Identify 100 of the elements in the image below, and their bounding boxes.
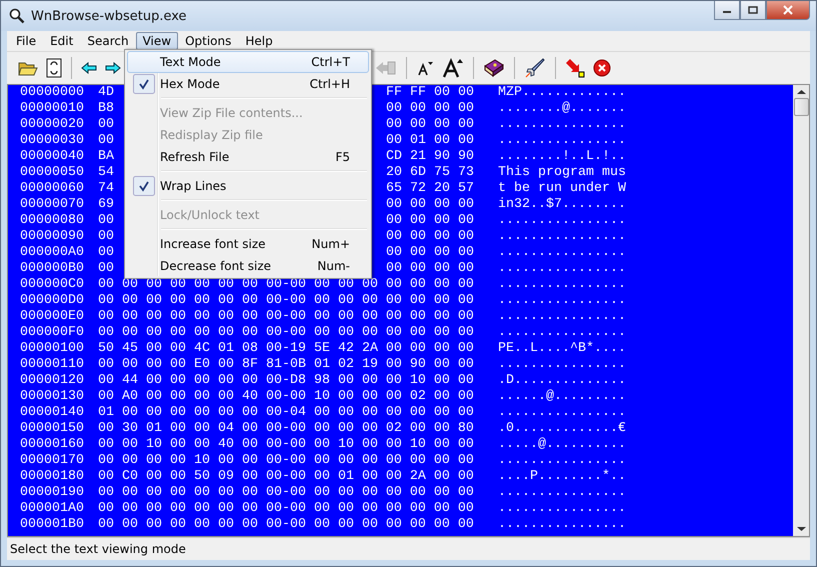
ascii-text: This program mus: [498, 165, 626, 181]
offset-text: 000001B0: [20, 517, 85, 533]
hex-bytes: 00 00 00 00: [386, 261, 474, 277]
hex-bytes: 00 00 00 00 00 00 00 00-00 00 00 00 00 00 00 00: [98, 325, 474, 341]
ascii-text: ........@.......: [498, 101, 626, 117]
hex-bytes: B8: [98, 101, 114, 117]
offset-text: 00000100: [20, 341, 85, 357]
hex-bytes: 00 00 00 00: [386, 197, 474, 213]
hex-bytes: 00 44 00 00 00 00 00 00-D8 98 00 00 00 10 00 00: [98, 373, 474, 389]
scroll-down-icon[interactable]: [796, 526, 806, 532]
status-text: Select the text viewing mode: [10, 542, 186, 556]
ascii-text: ................: [498, 309, 626, 325]
menu-item[interactable]: View: [136, 32, 178, 50]
offset-text: 00000140: [20, 405, 85, 421]
ascii-text: .D..............: [498, 373, 626, 389]
offset-text: 00000170: [20, 453, 85, 469]
ascii-text: .....@..........: [498, 437, 626, 453]
hex-bytes: 4D: [98, 85, 114, 101]
ascii-text: ................: [498, 453, 626, 469]
ascii-text: ................: [498, 485, 626, 501]
ascii-text: ................: [498, 405, 626, 421]
menu-item[interactable]: Search: [80, 32, 136, 50]
offset-text: 000001A0: [20, 501, 85, 517]
ascii-text: in32..$7........: [498, 197, 626, 213]
ascii-text: ................: [498, 229, 626, 245]
menu-entry[interactable]: Text Mode Ctrl+T: [127, 51, 369, 73]
hex-bytes: 50 45 00 00 4C 01 08 00-19 5E 42 2A 00 00 00 00: [98, 341, 474, 357]
ascii-text: ................: [498, 501, 626, 517]
menu-item[interactable]: File: [9, 32, 44, 50]
hex-bytes: 00 00 00 00 00 00 00 00-00 00 00 00 00 00 00 00: [98, 517, 474, 533]
hex-bytes: 65 72 20 57: [386, 181, 474, 197]
hex-bytes: 00 A0 00 00 00 00 40 00-00 10 00 00 00 02 00 00: [98, 389, 474, 405]
ascii-text: ................: [498, 117, 626, 133]
scroll-thumb[interactable]: [794, 98, 808, 116]
offset-text: 00000180: [20, 469, 85, 485]
hex-bytes: 00 00 00 00 00 00 00 00-00 00 00 00 00 00 00 00: [98, 293, 474, 309]
offset-text: 00000110: [20, 357, 85, 373]
ascii-text: t be run under W: [498, 181, 626, 197]
ascii-text: ................: [498, 325, 626, 341]
hex-bytes: 00 01 00 00: [386, 133, 474, 149]
hex-bytes: 00: [98, 229, 114, 245]
offset-text: 00000090: [20, 229, 85, 245]
offset-text: 00000030: [20, 133, 85, 149]
hex-bytes: 00 00 00 00: [386, 245, 474, 261]
menu-entry[interactable]: Refresh File F5: [127, 146, 369, 168]
menu-entry[interactable]: Wrap Lines: [127, 175, 369, 197]
hex-bytes: FF FF 00 00: [386, 85, 474, 101]
maximize-button[interactable]: [740, 1, 766, 20]
minimize-button[interactable]: [714, 1, 740, 20]
hex-bytes: 00: [98, 245, 114, 261]
offset-text: 00000120: [20, 373, 85, 389]
ascii-text: ................: [498, 261, 626, 277]
hex-bytes: 00 00 00 00: [386, 117, 474, 133]
offset-text: 00000080: [20, 213, 85, 229]
offset-text: 00000060: [20, 181, 85, 197]
scroll-up-icon[interactable]: [796, 89, 806, 95]
magnifier-icon: [9, 8, 25, 24]
hex-bytes: 20 6D 75 73: [386, 165, 474, 181]
menu-item[interactable]: Edit: [43, 32, 80, 50]
maximize-icon: [748, 6, 758, 14]
menu-item[interactable]: Help: [238, 32, 280, 50]
hex-bytes: 00 00 00 00: [386, 213, 474, 229]
ascii-text: ................: [498, 245, 626, 261]
close-button[interactable]: [766, 1, 810, 20]
hex-bytes: 00 00 00 00: [386, 229, 474, 245]
menu-entry[interactable]: Increase font size Num+: [127, 233, 369, 255]
hex-bytes: 00 00 00 00 00 00 00 00-00 00 00 00 00 00 00 00: [98, 501, 474, 517]
hex-bytes: 54: [98, 165, 114, 181]
hex-bytes: 69: [98, 197, 114, 213]
ascii-text: ................: [498, 293, 626, 309]
offset-text: 00000020: [20, 117, 85, 133]
hex-bytes: 00 30 01 00 00 04 00 00-00 00 00 00 02 00 00 80: [98, 421, 474, 437]
offset-text: 000000E0: [20, 309, 85, 325]
close-icon: [782, 5, 794, 15]
offset-text: 00000130: [20, 389, 85, 405]
offset-text: 000000D0: [20, 293, 85, 309]
vertical-scrollbar[interactable]: [793, 85, 809, 536]
hex-bytes: 01 00 00 00 00 00 00 00-04 00 00 00 00 00 00 00: [98, 405, 474, 421]
ascii-text: ......@.........: [498, 389, 626, 405]
ascii-text: ........!..L.!..: [498, 149, 626, 165]
offset-text: 000000B0: [20, 261, 85, 277]
menu-item[interactable]: Options: [178, 32, 238, 50]
hex-bytes: 00 00 00 00 10 00 00 00-00 00 00 00 00 00 00 00: [98, 453, 474, 469]
ascii-text: .0.............€: [498, 421, 626, 437]
hex-bytes: 00 00 10 00 00 40 00 00-00 00 10 00 00 10 00 00: [98, 437, 474, 453]
hex-bytes: 00 00 00 00 E0 00 8F 81-0B 01 02 19 00 90 00 00: [98, 357, 474, 373]
offset-text: 00000040: [20, 149, 85, 165]
hex-bytes: 00 00 00 00 00 00 00 00-00 00 00 00 00 00 00 00: [98, 485, 474, 501]
menu-entry[interactable]: Decrease font size Num-: [127, 255, 369, 277]
ascii-text: ................: [498, 357, 626, 373]
offset-text: 00000150: [20, 421, 85, 437]
ascii-text: ................: [498, 133, 626, 149]
offset-text: 00000190: [20, 485, 85, 501]
ascii-text: PE..L....^B*....: [498, 341, 626, 357]
hex-bytes: CD 21 90 90: [386, 149, 474, 165]
hex-bytes: BA: [98, 149, 114, 165]
menu-entry[interactable]: Hex Mode Ctrl+H: [127, 73, 369, 95]
window-title: WnBrowse-wbsetup.exe: [31, 8, 187, 24]
hex-bytes: 00: [98, 261, 114, 277]
ascii-text: ....P........*..: [498, 469, 626, 485]
